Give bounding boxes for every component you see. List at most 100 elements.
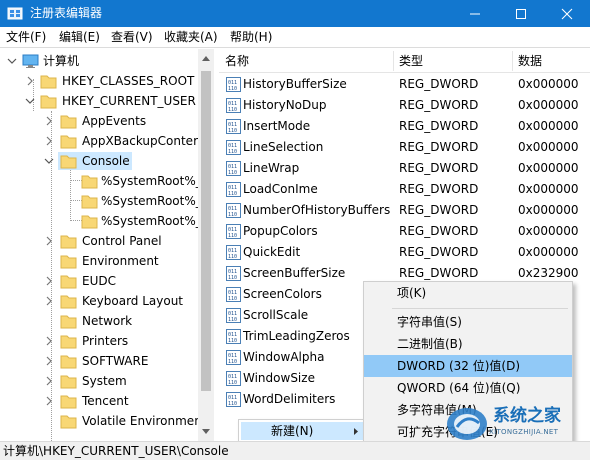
column-header-type[interactable]: 类型: [393, 49, 423, 73]
value-type: REG_DWORD: [399, 140, 479, 154]
value-data: 0x000000: [518, 245, 579, 259]
chevron-right-icon: [27, 76, 33, 86]
maximize-button[interactable]: [498, 0, 544, 27]
scroll-up-arrow-icon[interactable]: [201, 54, 211, 64]
list-item[interactable]: 011 110 NumberOfHistoryBuffers REG_DWORD 0x0…: [219, 200, 590, 221]
folder-icon: [40, 95, 57, 109]
list-item[interactable]: 011 110 InsertMode REG_DWORD 0x000000: [219, 116, 590, 137]
tree-item-current-user[interactable]: HKEY_CURRENT_USER: [0, 91, 198, 111]
tree-item-classes-root[interactable]: HKEY_CLASSES_ROOT: [0, 71, 198, 91]
svg-text:110: 110: [228, 128, 237, 134]
svg-text:110: 110: [228, 254, 237, 260]
list-item[interactable]: 011 110 LoadConIme REG_DWORD 0x000000: [219, 179, 590, 200]
value-type: REG_DWORD: [399, 98, 479, 112]
maximize-icon: [516, 9, 526, 19]
tree-item-eudc[interactable]: EUDC: [0, 271, 198, 291]
menu-view[interactable]: 查看(V): [111, 30, 153, 44]
menu-file[interactable]: 文件(F): [6, 30, 46, 44]
submenu-item-binary[interactable]: 二进制值(B): [364, 333, 572, 355]
value-data: 0x000000: [518, 77, 579, 91]
tree-label: %SystemRoot%_: [101, 194, 202, 208]
reg-binary-value-icon: 011110: [226, 203, 241, 218]
chevron-right-icon: [46, 236, 52, 246]
tree-label: HKEY_CLASSES_ROOT: [62, 74, 195, 88]
folder-icon: [81, 215, 98, 229]
column-header-data[interactable]: 数据: [512, 49, 542, 73]
value-name: WordDelimiters: [243, 392, 336, 406]
value-type: REG_DWORD: [399, 77, 479, 91]
value-data: 0x000000: [518, 203, 579, 217]
folder-icon: [81, 195, 98, 209]
value-name: NumberOfHistoryBuffers: [243, 203, 391, 217]
folder-icon: [60, 415, 77, 429]
value-data: 0x000000: [518, 119, 579, 133]
value-name: InsertMode: [243, 119, 311, 133]
menu-edit[interactable]: 编辑(E): [59, 30, 100, 44]
close-button[interactable]: [544, 0, 590, 27]
list-item[interactable]: 011 110 LineWrap REG_DWORD 0x000000: [219, 158, 590, 179]
list-item[interactable]: 011 110 HistoryNoDup REG_DWORD 0x000000: [219, 95, 590, 116]
window-title: 注册表编辑器: [30, 6, 103, 20]
submenu-item-key[interactable]: 项(K): [364, 282, 572, 304]
value-type: REG_DWORD: [399, 224, 479, 238]
menu-favorites[interactable]: 收藏夹(A): [164, 30, 218, 44]
value-type: REG_DWORD: [399, 182, 479, 196]
column-header-name[interactable]: 名称: [219, 49, 249, 73]
tree-item-systemroot-2[interactable]: %SystemRoot%_: [0, 191, 202, 211]
submenu-item-qword[interactable]: QWORD (64 位)值(Q): [364, 377, 572, 399]
svg-text:110: 110: [228, 275, 237, 281]
tree-item-software[interactable]: SOFTWARE: [0, 351, 198, 371]
minimize-button[interactable]: [452, 0, 498, 27]
tree-item-environment[interactable]: Environment: [0, 251, 198, 271]
context-menu-new[interactable]: 新建(N): [271, 423, 313, 439]
tree-item-appxbackup[interactable]: AppXBackupConter: [0, 131, 198, 151]
list-item[interactable]: 011 110 QuickEdit REG_DWORD 0x000000: [219, 242, 590, 263]
reg-binary-value-icon: 011110: [226, 161, 241, 176]
folder-icon: [60, 295, 77, 309]
scroll-down-arrow-icon[interactable]: [201, 426, 211, 436]
tree-item-keyboard-layout[interactable]: Keyboard Layout: [0, 291, 198, 311]
value-type: REG_DWORD: [399, 119, 479, 133]
list-item[interactable]: 011 110 PopupColors REG_DWORD 0x000000: [219, 221, 590, 242]
tree-item-systemroot-1[interactable]: %SystemRoot%_: [0, 171, 202, 191]
value-name: LineSelection: [243, 140, 324, 154]
menu-help[interactable]: 帮助(H): [230, 30, 272, 44]
reg-binary-value-icon: 011110: [226, 371, 241, 386]
tree-label: EUDC: [82, 274, 116, 288]
tree-label: Tencent: [82, 394, 129, 408]
value-type: REG_DWORD: [399, 161, 479, 175]
tree-item-tencent[interactable]: Tencent: [0, 391, 198, 411]
tree-item-computer[interactable]: 计算机: [0, 51, 198, 71]
watermark-text: 系统之家: [493, 406, 561, 426]
status-path: 计算机\HKEY_CURRENT_USER\Console: [3, 444, 229, 458]
tree-scrollbar[interactable]: [198, 49, 214, 441]
tree-item-printers[interactable]: Printers: [0, 331, 198, 351]
submenu-item-string[interactable]: 字符串值(S): [364, 311, 572, 333]
tree-item-control-panel[interactable]: Control Panel: [0, 231, 198, 251]
tree-item-systemroot-3[interactable]: %SystemRoot%_: [0, 211, 202, 231]
tree-label: Network: [82, 314, 133, 328]
chevron-right-icon: [46, 296, 52, 306]
chevron-down-icon: [7, 58, 17, 64]
list-item[interactable]: 011 110 LineSelection REG_DWORD 0x000000: [219, 137, 590, 158]
tree-item-appevents[interactable]: AppEvents: [0, 111, 198, 131]
tree-item-system[interactable]: System: [0, 371, 198, 391]
tree-item-network[interactable]: Network: [0, 311, 198, 331]
value-name: ScrollScale: [243, 308, 309, 322]
list-item[interactable]: 011 110 HistoryBufferSize REG_DWORD 0x000000: [219, 74, 590, 95]
tree-label: %SystemRoot%_: [101, 214, 202, 228]
chevron-right-icon: [46, 276, 52, 286]
svg-text:110: 110: [228, 338, 237, 344]
folder-icon: [60, 235, 77, 249]
tree-item-volatile-env[interactable]: Volatile Environmen: [0, 411, 202, 431]
tree-item-console[interactable]: Console: [0, 151, 198, 171]
submenu-item-dword[interactable]: DWORD (32 位)值(D): [364, 355, 572, 377]
tree-label: Printers: [82, 334, 129, 348]
folder-icon: [60, 115, 77, 129]
svg-text:110: 110: [228, 107, 237, 113]
value-name: WindowAlpha: [243, 350, 325, 364]
svg-text:110: 110: [228, 317, 237, 323]
chevron-right-icon: [46, 376, 52, 386]
value-data: 0x000000: [518, 140, 579, 154]
scrollbar-thumb[interactable]: [201, 71, 211, 391]
